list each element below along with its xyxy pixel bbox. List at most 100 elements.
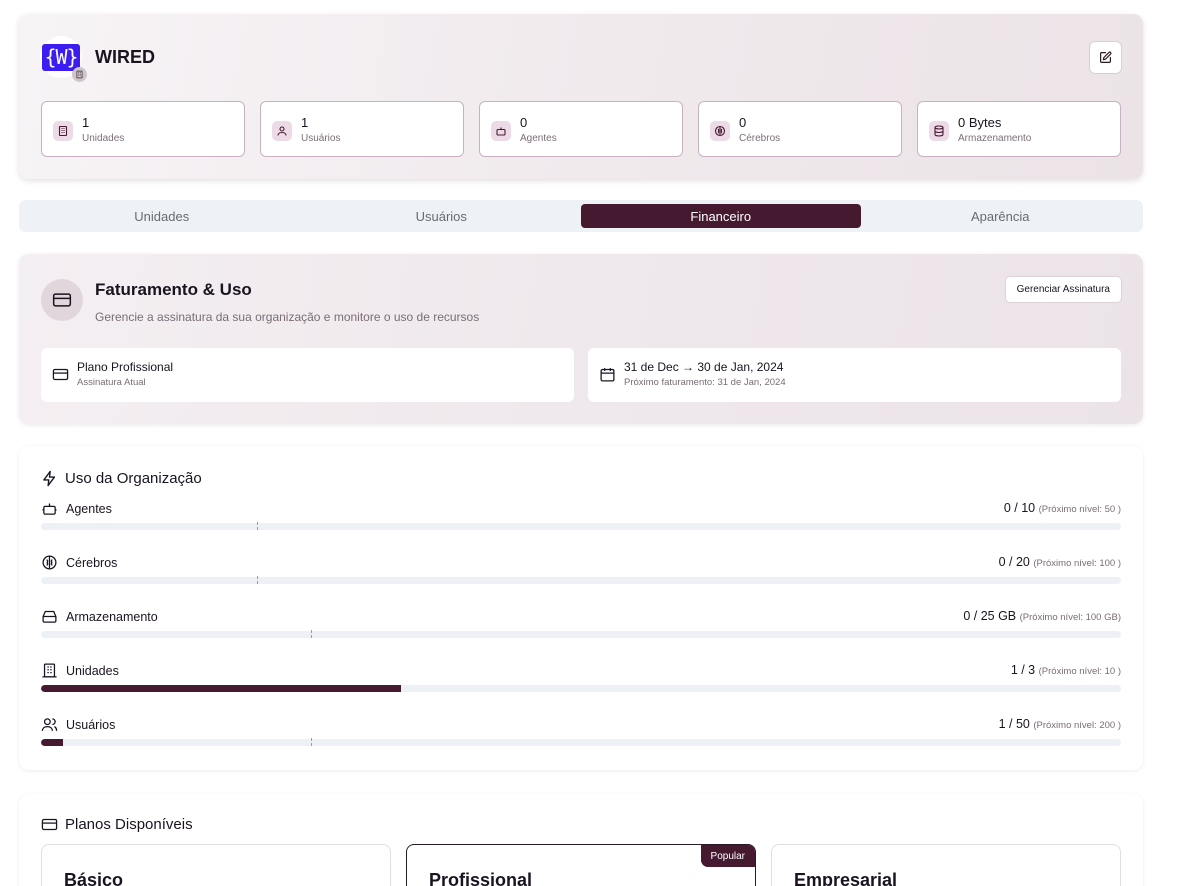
usage-threshold-marker — [311, 738, 312, 746]
org-stats: 1 Unidades 1 Usuários 0 Agentes 0 Cérebr… — [41, 101, 1121, 157]
usage-row-users: Usuários 1 / 50 (Próximo nível: 200 ) — [41, 716, 1121, 746]
hard-drive-icon — [41, 608, 58, 625]
billing-card: Faturamento & Uso Gerencie a assinatura … — [19, 254, 1143, 424]
organization-card: {W} WIRED 1 Unidades 1 Usuários 0 Agente… — [19, 14, 1143, 179]
usage-next-level: (Próximo nível: 100 GB) — [1019, 612, 1121, 623]
billing-period-range: 31 de Dec → 30 de Jan, 2024 — [624, 360, 784, 374]
stat-label: Usuários — [301, 133, 341, 144]
tab-appearance[interactable]: Aparência — [861, 204, 1141, 228]
usage-count: 1 / 3 (Próximo nível: 10 ) — [1011, 663, 1121, 677]
usage-label-text: Agentes — [66, 501, 112, 516]
usage-progress-track — [41, 739, 1121, 746]
usage-progress-fill — [41, 685, 401, 692]
manage-subscription-button[interactable]: Gerenciar Assinatura — [1004, 276, 1122, 303]
tab-units[interactable]: Unidades — [22, 204, 302, 228]
billing-period-box: 31 de Dec → 30 de Jan, 2024 Próximo fatu… — [588, 348, 1121, 402]
usage-next-level: (Próximo nível: 200 ) — [1033, 720, 1121, 731]
usage-count-value: 0 / 20 — [998, 555, 1030, 569]
stat-users: 1 Usuários — [260, 101, 464, 157]
plans-card: Planos Disponíveis Básico Popular Profis… — [19, 794, 1143, 886]
billing-title: Faturamento & Uso — [95, 280, 252, 299]
plan-card-enterprise[interactable]: Empresarial — [771, 844, 1121, 886]
bot-icon — [41, 500, 58, 517]
stat-label: Agentes — [520, 133, 557, 144]
usage-title-text: Uso da Organização — [65, 470, 202, 487]
usage-label: Armazenamento — [41, 608, 158, 625]
popular-badge: Popular — [700, 845, 755, 867]
usage-threshold-marker — [257, 522, 258, 530]
database-icon — [929, 121, 949, 141]
usage-card: Uso da Organização Agentes 0 / 10 (Próxi… — [19, 446, 1143, 770]
usage-threshold-marker — [311, 630, 312, 638]
edit-org-button[interactable] — [1089, 41, 1122, 74]
brain-icon — [710, 121, 730, 141]
stat-value: 0 — [739, 115, 747, 130]
org-name: WIRED — [95, 47, 155, 67]
usage-label: Agentes — [41, 500, 112, 517]
usage-threshold-marker — [257, 576, 258, 584]
usage-next-level: (Próximo nível: 10 ) — [1038, 666, 1121, 677]
usage-count: 0 / 10 (Próximo nível: 50 ) — [1004, 501, 1121, 515]
stat-value: 1 — [301, 115, 309, 130]
usage-label-text: Unidades — [66, 663, 119, 678]
usage-label-text: Armazenamento — [66, 609, 158, 624]
stat-value: 1 — [82, 115, 90, 130]
usage-count-value: 1 / 50 — [998, 717, 1030, 731]
building-icon — [53, 121, 73, 141]
org-logo-mark: {W} — [42, 43, 80, 71]
usage-label-text: Cérebros — [66, 555, 118, 570]
current-plan-box: Plano Profissional Assinatura Atual — [41, 348, 574, 402]
plan-name: Profissional — [429, 870, 533, 886]
usage-label: Cérebros — [41, 554, 117, 571]
tab-financial[interactable]: Financeiro — [581, 204, 861, 228]
usage-next-level: (Próximo nível: 100 ) — [1033, 558, 1121, 569]
credit-card-icon — [41, 816, 58, 833]
stat-label: Unidades — [82, 133, 125, 144]
plan-card-basic[interactable]: Básico — [41, 844, 391, 886]
usage-count-value: 0 / 10 — [1003, 501, 1036, 515]
usage-label: Usuários — [41, 716, 115, 733]
stat-units: 1 Unidades — [41, 101, 245, 157]
usage-progress-track — [41, 523, 1121, 530]
usage-title: Uso da Organização — [41, 470, 202, 487]
calendar-icon — [599, 366, 616, 388]
usage-progress-track — [41, 577, 1121, 584]
usage-label-text: Usuários — [66, 717, 116, 732]
current-plan-caption: Assinatura Atual — [77, 377, 146, 388]
current-plan-name: Plano Profissional — [77, 360, 174, 374]
usage-count: 1 / 50 (Próximo nível: 200 ) — [999, 717, 1121, 731]
usage-count-value: 0 / 25 GB — [963, 609, 1017, 623]
usage-row-agents: Agentes 0 / 10 (Próximo nível: 50 ) — [41, 500, 1121, 530]
stat-value: 0 Bytes — [958, 115, 1002, 130]
stat-brains: 0 Cérebros — [698, 101, 902, 157]
usage-progress-track — [41, 685, 1121, 692]
edit-icon — [1099, 51, 1112, 64]
usage-count: 0 / 25 GB (Próximo nível: 100 GB) — [963, 609, 1121, 623]
stat-label: Armazenamento — [958, 133, 1032, 144]
plan-name: Básico — [64, 870, 124, 886]
credit-card-icon — [52, 366, 69, 388]
credit-card-icon — [41, 279, 83, 321]
plans-title: Planos Disponíveis — [41, 816, 193, 833]
settings-tabs: Unidades Usuários Financeiro Aparência — [19, 200, 1143, 232]
billing-subtitle: Gerencie a assinatura da sua organização… — [95, 310, 480, 324]
users-icon — [41, 716, 58, 733]
stat-label: Cérebros — [739, 133, 781, 144]
usage-label: Unidades — [41, 662, 119, 679]
building-icon — [41, 662, 58, 679]
usage-next-level: (Próximo nível: 50 ) — [1038, 504, 1121, 515]
stat-value: 0 — [520, 115, 528, 130]
usage-row-units: Unidades 1 / 3 (Próximo nível: 10 ) — [41, 662, 1121, 692]
usage-count: 0 / 20 (Próximo nível: 100 ) — [999, 555, 1121, 569]
usage-progress-fill — [41, 739, 63, 746]
next-billing-date: Próximo faturamento: 31 de Jan, 2024 — [624, 377, 786, 388]
plans-title-text: Planos Disponíveis — [65, 816, 193, 833]
stat-storage: 0 Bytes Armazenamento — [917, 101, 1121, 157]
usage-row-storage: Armazenamento 0 / 25 GB (Próximo nível: … — [41, 608, 1121, 638]
bot-icon — [491, 121, 511, 141]
tab-users[interactable]: Usuários — [302, 204, 582, 228]
lightning-icon — [41, 470, 58, 487]
plan-name: Empresarial — [794, 870, 898, 886]
plan-card-professional[interactable]: Popular Profissional — [406, 844, 756, 886]
usage-count-value: 1 / 3 — [1010, 663, 1036, 677]
